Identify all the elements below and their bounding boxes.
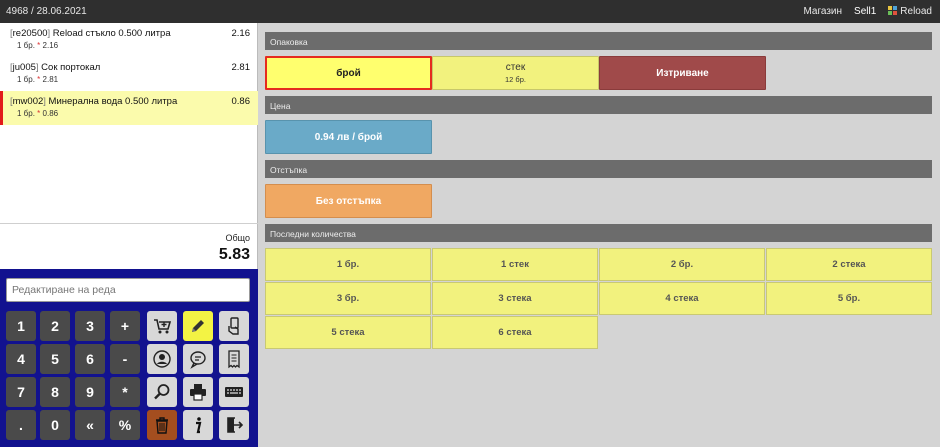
item-name: Сок портокал [41, 62, 101, 73]
stack-label: стек [505, 62, 526, 73]
total-label: Общо [225, 233, 250, 243]
pencil-icon [192, 320, 204, 332]
keypad: 1 2 3 + 4 5 6 - 7 8 9 * . 0 « % [0, 269, 258, 447]
exit-icon [227, 417, 244, 433]
key-4[interactable]: 4 [6, 344, 36, 374]
recent-qty-button[interactable]: 4 стека [599, 282, 765, 315]
key-3[interactable]: 3 [75, 311, 105, 341]
stack-button[interactable]: стек 12 бр. [432, 56, 599, 90]
item-price: 2.81 [231, 62, 251, 73]
item-qty: 1 бр. [17, 75, 35, 84]
recent-qty-button[interactable]: 5 стека [265, 316, 431, 349]
hand-card-icon [228, 317, 239, 335]
cart-add-icon [154, 319, 172, 334]
key-minus[interactable]: - [110, 344, 140, 374]
item-price: 2.16 [231, 28, 251, 39]
order-item[interactable]: [re20500] Reload стъкло 0.500 литра 2.16… [0, 23, 258, 57]
discount-value: Без отстъпка [315, 195, 382, 207]
key-9[interactable]: 9 [75, 377, 105, 407]
chat-icon [190, 351, 206, 369]
receipt-button[interactable] [219, 344, 249, 374]
recent-qty-button[interactable]: 3 бр. [265, 282, 431, 315]
cart-add-button[interactable] [147, 311, 177, 341]
item-code: mw002 [12, 96, 44, 107]
recent-qty-button[interactable]: 6 стека [432, 316, 598, 349]
user-name[interactable]: Sell1 [854, 6, 876, 17]
print-button[interactable] [183, 377, 213, 407]
line-edit-input[interactable] [6, 278, 250, 302]
left-panel: [re20500] Reload стъкло 0.500 литра 2.16… [0, 23, 258, 447]
edit-button[interactable] [183, 311, 213, 341]
info-icon [196, 417, 202, 434]
recent-quantities-header: Последни количества [265, 224, 932, 242]
item-unit-price: 2.16 [42, 41, 59, 50]
key-2[interactable]: 2 [40, 311, 70, 341]
order-item[interactable]: [ju005] Сок портокал 2.81 1 бр. * 2.81 [0, 57, 258, 91]
recent-qty-button[interactable]: 2 бр. [599, 248, 765, 281]
key-6[interactable]: 6 [75, 344, 105, 374]
recent-qty-button[interactable]: 1 бр. [265, 248, 431, 281]
price-button[interactable]: 0.94 лв / брой [265, 120, 432, 154]
search-button[interactable] [147, 377, 177, 407]
store-link[interactable]: Магазин [803, 6, 842, 17]
info-button[interactable] [183, 410, 213, 440]
item-price: 0.86 [231, 96, 251, 107]
item-name: Reload стъкло 0.500 литра [52, 28, 171, 39]
packaging-header: Опаковка [265, 32, 932, 50]
key-5[interactable]: 5 [40, 344, 70, 374]
reload-label: Reload [900, 6, 932, 17]
delete-label: Изтриване [656, 67, 709, 79]
card-payment-button[interactable] [219, 311, 249, 341]
right-panel: Опаковка брой стек 12 бр. Изтриване Цена… [258, 23, 940, 447]
item-name: Минерална вода 0.500 литра [48, 96, 178, 107]
recent-qty-button[interactable]: 1 стек [432, 248, 598, 281]
keyboard-button[interactable] [219, 377, 249, 407]
search-icon [154, 384, 170, 400]
recent-qty-button[interactable]: 2 стека [766, 248, 932, 281]
item-unit-price: 0.86 [42, 109, 59, 118]
discount-header: Отстъпка [265, 160, 932, 178]
key-1[interactable]: 1 [6, 311, 36, 341]
key-multiply[interactable]: * [110, 377, 140, 407]
key-plus[interactable]: + [110, 311, 140, 341]
piece-button[interactable]: брой [265, 56, 432, 90]
comment-button[interactable] [183, 344, 213, 374]
item-unit-price: 2.81 [42, 75, 59, 84]
document-number: 4968 / 28.06.2021 [6, 6, 87, 17]
top-bar: 4968 / 28.06.2021 Магазин Sell1 Reload [0, 0, 940, 23]
item-code: re20500 [12, 28, 48, 39]
key-0[interactable]: 0 [40, 410, 70, 440]
reload-button[interactable]: Reload [888, 6, 932, 17]
piece-label: брой [336, 67, 361, 79]
order-totals: Общо 5.83 [0, 223, 258, 269]
keyboard-icon [225, 387, 243, 397]
key-percent[interactable]: % [110, 410, 140, 440]
delete-line-button[interactable] [147, 410, 177, 440]
key-8[interactable]: 8 [40, 377, 70, 407]
item-qty: 1 бр. [17, 41, 35, 50]
price-header: Цена [265, 96, 932, 114]
recent-qty-button[interactable]: 3 стека [432, 282, 598, 315]
customer-button[interactable] [147, 344, 177, 374]
total-value: 5.83 [218, 246, 250, 263]
price-value: 0.94 лв / брой [314, 131, 383, 143]
exit-button[interactable] [219, 410, 249, 440]
order-list: [re20500] Reload стъкло 0.500 литра 2.16… [0, 23, 258, 223]
user-icon [153, 350, 171, 368]
item-code: ju005 [12, 62, 36, 73]
discount-button[interactable]: Без отстъпка [265, 184, 432, 218]
receipt-icon [228, 350, 240, 369]
recent-qty-button[interactable]: 5 бр. [766, 282, 932, 315]
trash-icon [156, 417, 168, 434]
stack-sub-label: 12 бр. [505, 75, 526, 84]
top-bar-actions: Магазин Sell1 Reload [803, 6, 932, 17]
delete-button[interactable]: Изтриване [599, 56, 766, 90]
key-dot[interactable]: . [6, 410, 36, 440]
item-qty: 1 бр. [17, 109, 35, 118]
key-7[interactable]: 7 [6, 377, 36, 407]
order-item-selected[interactable]: [mw002] Минерална вода 0.500 литра 0.86 … [0, 91, 258, 125]
printer-icon [190, 384, 206, 401]
key-backspace[interactable]: « [75, 410, 105, 440]
reload-icon [888, 6, 898, 15]
